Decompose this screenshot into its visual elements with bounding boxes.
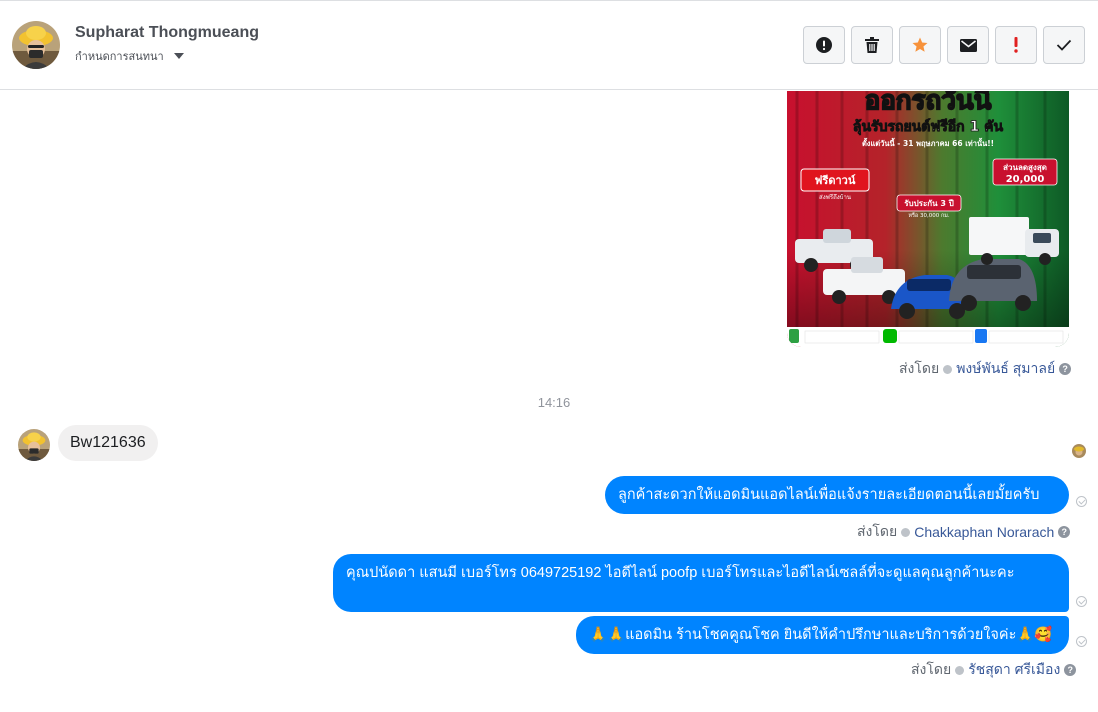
seen-by-avatar: [1072, 444, 1086, 458]
help-icon[interactable]: ?: [1059, 363, 1072, 375]
checkmark-icon: [1056, 39, 1072, 51]
conversation-window: Supharat Thongmueang กำหนดการสนทนา ออกรถ…: [0, 0, 1098, 712]
star-button[interactable]: [899, 26, 941, 64]
sender-name[interactable]: พงษ์พันธ์ สุมาลย์: [956, 358, 1055, 380]
promo-badge-discount-value: 20,000: [1006, 174, 1045, 185]
verified-icon: [901, 527, 911, 537]
incoming-message-bubble[interactable]: Bw121636: [58, 425, 158, 461]
alert-circle-icon: [816, 37, 832, 53]
sender-name[interactable]: รัชสุดา ศรีเมือง: [968, 659, 1060, 681]
mark-done-button[interactable]: [1043, 26, 1085, 64]
promo-badge-warranty-sub: หรือ 30,000 กม.: [908, 212, 950, 219]
promo-subheadline: ลุ้นรับรถยนต์ฟรีอีก 1 คัน: [853, 118, 1004, 135]
promo-badge-free-sub: ส่งฟรีถึงบ้าน: [819, 193, 851, 201]
sender-name[interactable]: Chakkaphan Norarach: [914, 524, 1054, 540]
conversation-schedule-label: กำหนดการสนทนา: [75, 51, 164, 63]
promo-image-attachment[interactable]: ออกรถวันนี้ ลุ้นรับรถยนต์ฟรีอีก 1 คัน ตั…: [787, 91, 1069, 347]
message-timestamp: 14:16: [537, 395, 571, 410]
conversation-schedule-dropdown[interactable]: กำหนดการสนทนา: [75, 47, 184, 65]
sent-by-label: ส่งโดย: [899, 360, 940, 376]
help-icon[interactable]: ?: [1064, 664, 1077, 676]
promo-badge-discount: ส่วนลดสูงสุด: [1003, 163, 1047, 173]
mark-unread-button[interactable]: [947, 26, 989, 64]
promo-headline: ออกรถวันนี้: [865, 91, 993, 116]
help-icon[interactable]: ?: [1058, 526, 1071, 538]
delivered-status-icon: [1076, 496, 1087, 507]
sent-by-label: ส่งโดย: [911, 661, 952, 677]
trash-icon: [865, 37, 879, 53]
report-button[interactable]: [803, 26, 845, 64]
outgoing-message-bubble[interactable]: 🙏🙏แอดมิน ร้านโชคคูณโชค ยินดีให้คำปรึกษาแ…: [576, 616, 1069, 654]
exclamation-icon: [1014, 37, 1018, 53]
outgoing-message-bubble[interactable]: คุณปนัดดา แสนมี เบอร์โทร 0649725192 ไอดี…: [333, 554, 1069, 612]
contact-avatar[interactable]: [12, 21, 60, 69]
delivered-status-icon: [1076, 636, 1087, 647]
message-sent-by: ส่งโดย Chakkaphan Norarach ?: [857, 521, 1071, 543]
message-sent-by: ส่งโดย รัชสุดา ศรีเมือง ?: [911, 659, 1077, 681]
contact-name[interactable]: Supharat Thongmueang: [75, 24, 259, 42]
outgoing-message-bubble[interactable]: ลูกค้าสะดวกให้แอดมินแอดไลน์เพื่อแจ้งรายล…: [605, 476, 1069, 514]
sent-by-label: ส่งโดย: [857, 523, 898, 539]
envelope-icon: [959, 38, 977, 52]
contact-avatar-small[interactable]: [18, 429, 50, 461]
star-icon: [912, 37, 928, 52]
delivered-status-icon: [1076, 596, 1087, 607]
caret-down-icon: [173, 53, 184, 59]
verified-icon: [943, 364, 953, 374]
conversation-toolbar: [803, 26, 1085, 64]
verified-icon: [955, 665, 965, 675]
important-button[interactable]: [995, 26, 1037, 64]
delete-button[interactable]: [851, 26, 893, 64]
promo-sent-by: ส่งโดย พงษ์พันธ์ สุมาลย์ ?: [899, 358, 1072, 380]
promo-badge-free-down: ฟรีดาวน์: [815, 174, 856, 187]
conversation-header: Supharat Thongmueang กำหนดการสนทนา: [0, 1, 1098, 90]
promo-badge-warranty: รับประกัน 3 ปี: [904, 198, 954, 208]
message-thread[interactable]: ออกรถวันนี้ ลุ้นรับรถยนต์ฟรีอีก 1 คัน ตั…: [0, 91, 1098, 712]
promo-dateline: ตั้งแต่วันนี้ - 31 พฤษภาคม 66 เท่านั้น!!: [862, 137, 994, 148]
